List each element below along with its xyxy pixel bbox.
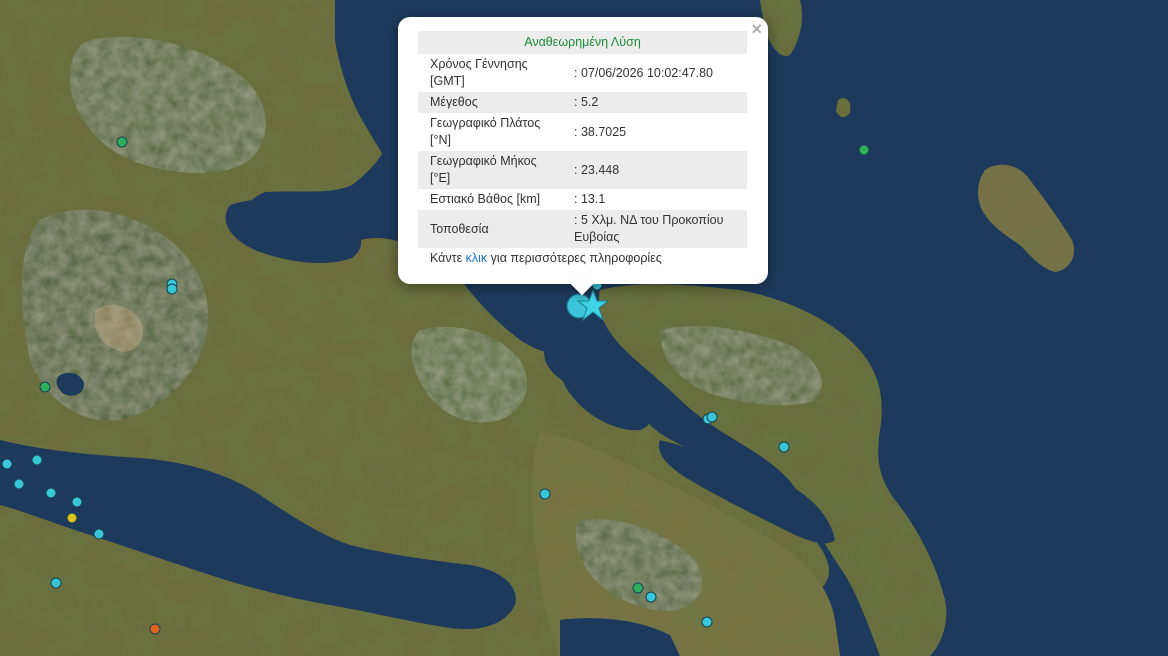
- earthquake-marker[interactable]: [71, 496, 83, 508]
- more-info-line: Κάντε κλικ για περισσότερες πληροφορίες: [430, 251, 662, 265]
- row-label: Γεωγραφικό Πλάτος [°N]: [430, 116, 541, 147]
- popup-title: Αναθεωρημένη Λύση: [418, 31, 747, 54]
- earthquake-marker[interactable]: [778, 441, 790, 453]
- earthquake-marker[interactable]: [166, 283, 178, 295]
- row-value: : 38.7025: [574, 124, 627, 139]
- row-label: Τοποθεσία: [418, 210, 566, 248]
- table-row: Γεωγραφικό Μήκος [°E] : 23.448: [418, 151, 747, 189]
- row-value: : 5.2: [566, 92, 747, 113]
- row-label: Γεωγραφικό Μήκος [°E]: [418, 151, 566, 189]
- close-icon[interactable]: ×: [751, 20, 762, 38]
- earthquake-marker[interactable]: [706, 411, 718, 423]
- earthquake-marker[interactable]: [66, 512, 78, 524]
- earthquake-marker[interactable]: [39, 381, 51, 393]
- row-label: Μέγεθος: [418, 92, 566, 113]
- table-row: Εστιακό Βάθος [km] : 13.1: [418, 189, 747, 210]
- earthquake-marker[interactable]: [645, 591, 657, 603]
- more-prefix: Κάντε: [430, 251, 463, 265]
- earthquake-marker[interactable]: [632, 582, 644, 594]
- row-label: Χρόνος Γέννησης [GMT]: [430, 57, 528, 88]
- table-row: Χρόνος Γέννησης [GMT] : 07/06/2026 10:02…: [418, 54, 747, 92]
- table-row: Γεωγραφικό Πλάτος [°N] : 38.7025: [418, 113, 747, 151]
- earthquake-info-popup: × Αναθεωρημένη Λύση Χρόνος Γέννησης [GMT…: [398, 17, 768, 296]
- row-value: : 13.1: [574, 192, 606, 206]
- row-value: : 5 Χλμ. ΝΔ του Προκοπίου Ευβοίας: [566, 210, 747, 248]
- more-suffix: για περισσότερες πληροφορίες: [490, 251, 662, 265]
- earthquake-marker[interactable]: [858, 144, 870, 156]
- small-islet: [836, 98, 851, 118]
- earthquake-marker[interactable]: [50, 577, 62, 589]
- table-title-row: Αναθεωρημένη Λύση: [418, 31, 747, 54]
- more-info-link[interactable]: κλικ: [466, 251, 488, 265]
- row-value: : 07/06/2026 10:02:47.80: [574, 65, 714, 80]
- earthquake-marker[interactable]: [31, 454, 43, 466]
- earthquake-marker[interactable]: [701, 616, 713, 628]
- earthquake-marker[interactable]: [1, 458, 13, 470]
- info-table: Αναθεωρημένη Λύση Χρόνος Γέννησης [GMT] …: [418, 31, 747, 248]
- earthquake-marker[interactable]: [93, 528, 105, 540]
- row-label: Εστιακό Βάθος [km]: [430, 192, 541, 206]
- earthquake-marker[interactable]: [45, 487, 57, 499]
- earthquake-marker[interactable]: [149, 623, 161, 635]
- table-row: Τοποθεσία : 5 Χλμ. ΝΔ του Προκοπίου Ευβο…: [418, 210, 747, 248]
- earthquake-marker[interactable]: [116, 136, 128, 148]
- row-value: : 23.448: [566, 151, 747, 189]
- earthquake-marker[interactable]: [13, 478, 25, 490]
- table-row: Μέγεθος : 5.2: [418, 92, 747, 113]
- earthquake-marker[interactable]: [539, 488, 551, 500]
